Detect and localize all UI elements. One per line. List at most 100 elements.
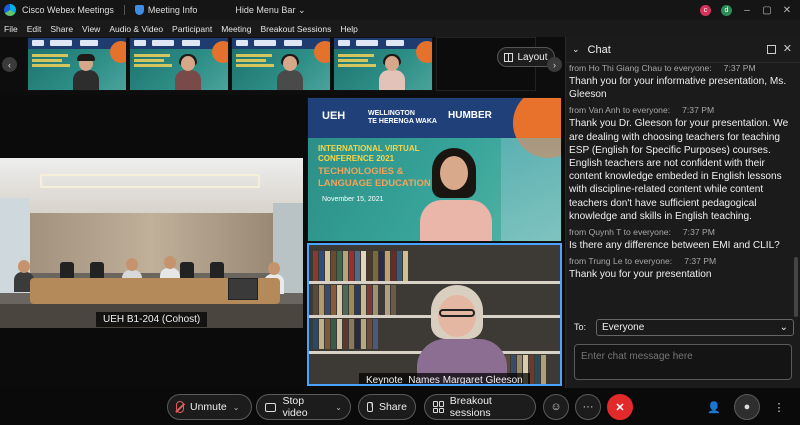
humber-logo: HUMBER (448, 110, 492, 121)
app-title: Cisco Webex Meetings (22, 5, 114, 15)
close-icon[interactable]: ✕ (782, 5, 792, 16)
participants-icon: 👤 (707, 401, 721, 414)
chat-time: 7:37 PM (723, 63, 756, 73)
participant-thumbnail[interactable] (333, 37, 433, 91)
more-options-button[interactable]: ··· (575, 394, 601, 420)
shield-icon[interactable] (134, 5, 144, 15)
chat-sender: from Trung Le to everyone: (569, 256, 673, 267)
menu-audio-video[interactable]: Audio & Video (109, 24, 163, 34)
meeting-info-link[interactable]: Meeting Info (148, 5, 198, 15)
presenter-video (420, 148, 492, 241)
menu-view[interactable]: View (82, 24, 100, 34)
participant-thumbnail[interactable] (231, 37, 331, 91)
conference-title-line: CONFERENCE 2021 (318, 154, 395, 163)
share-button[interactable]: Share (358, 394, 416, 420)
chat-sender: from Ho Thi Giang Chau to everyone: (569, 63, 712, 73)
emoji-icon: ☺ (550, 401, 562, 413)
chat-sender: from Quynh T to everyone: (569, 227, 671, 238)
menu-help[interactable]: Help (340, 24, 357, 34)
chevron-down-icon[interactable]: ⌄ (233, 403, 240, 412)
user-avatar[interactable]: c (700, 4, 711, 16)
participant-thumbnail[interactable] (129, 37, 229, 91)
menu-edit[interactable]: Edit (27, 24, 42, 34)
wellington-logo-line: TE HERENGA WAKA (368, 118, 437, 125)
divider (123, 5, 125, 15)
chat-to-label: To: (574, 322, 587, 332)
layout-icon (504, 52, 514, 62)
speaker-person (417, 285, 507, 384)
menu-bar: File Edit Share View Audio & Video Parti… (0, 20, 800, 37)
shared-slide-video[interactable]: UEH WELLINGTON TE HERENGA WAKA HUMBER IN… (307, 97, 562, 242)
stop-video-label: Stop video (282, 395, 308, 419)
unmute-label: Unmute (190, 401, 227, 413)
active-speaker-video-tile[interactable]: Keynote_Names Margaret Gleeson (307, 243, 562, 386)
menu-meeting[interactable]: Meeting (221, 24, 251, 34)
strip-prev-button[interactable]: ‹ (2, 57, 17, 72)
chat-text: Thanh you for your informative presentat… (569, 76, 787, 101)
camera-icon (265, 402, 277, 412)
conference-theme-line: LANGUAGE EDUCATION (318, 178, 431, 189)
conference-date: November 15, 2021 (322, 196, 384, 203)
menu-file[interactable]: File (4, 24, 18, 34)
stop-video-button[interactable]: Stop video ⌄ (256, 394, 351, 420)
chat-message-list[interactable]: from Ho Thi Giang Chau to everyone: 7:37 … (566, 63, 800, 323)
maximize-icon[interactable]: ▢ (762, 5, 772, 16)
layout-label: Layout (517, 51, 548, 63)
chat-panel: ⌄ Chat ✕ from Ho Thi Giang Chau to every… (565, 37, 800, 388)
chat-message: from Van Anh to everyone: 7:37 PM Thank y… (569, 105, 793, 223)
title-bar: Cisco Webex Meetings Meeting Info Hide M… (0, 0, 800, 20)
chat-time: 7:37 PM (682, 227, 715, 238)
menu-breakout-sessions[interactable]: Breakout Sessions (260, 24, 331, 34)
chat-button[interactable]: ● (734, 394, 760, 420)
chat-message: from Ho Thi Giang Chau to everyone: 7:37 … (569, 63, 793, 101)
meeting-controls: Unmute ⌄ Stop video ⌄ Share Breakout ses… (0, 388, 800, 425)
pop-out-icon[interactable] (767, 45, 776, 54)
chat-text: Is there any difference between EMI and … (569, 240, 780, 252)
video-thumbnail-strip: ‹ Layout › (0, 37, 565, 95)
chat-bubble-icon: ● (743, 401, 751, 413)
share-label: Share (378, 401, 407, 413)
chevron-down-icon: ⌄ (297, 4, 306, 15)
chat-text: Thank you Dr. Gleeson for your presentat… (569, 118, 789, 222)
chat-scrollbar[interactable] (794, 67, 798, 323)
wellington-logo: WELLINGTON TE HERENGA WAKA (368, 110, 437, 126)
cohost-video-tile[interactable]: UEH B1-204 (Cohost) (0, 158, 303, 328)
menu-share[interactable]: Share (50, 24, 73, 34)
breakout-icon (433, 401, 444, 413)
conference-theme: TECHNOLOGIES & LANGUAGE EDUCATION (318, 166, 431, 190)
hide-menu-bar-label: Hide Menu Bar (235, 4, 296, 15)
strip-next-button[interactable]: › (547, 57, 562, 72)
chat-message: from Trung Le to everyone: 7:37 PM Thank … (569, 256, 793, 281)
close-icon[interactable]: ✕ (783, 42, 792, 55)
chat-message: from Quynh T to everyone: 7:37 PM Is ther… (569, 227, 793, 252)
user-avatar[interactable]: d (721, 4, 732, 16)
reactions-button[interactable]: ☺ (543, 394, 569, 420)
video-name-label: Keynote_Names Margaret Gleeson (359, 373, 530, 384)
chevron-down-icon[interactable]: ⌄ (572, 44, 580, 55)
more-vertical-icon: ⋮ (773, 401, 785, 414)
conference-title: INTERNATIONAL VIRTUAL CONFERENCE 2021 (318, 144, 419, 164)
menu-participant[interactable]: Participant (172, 24, 212, 34)
muted-microphone-icon (176, 401, 184, 413)
breakout-label: Breakout sessions (449, 395, 492, 419)
unmute-button[interactable]: Unmute ⌄ (167, 394, 252, 420)
participants-button[interactable]: 👤 (701, 394, 727, 420)
hide-menu-bar-button[interactable]: Hide Menu Bar ⌄ (235, 5, 305, 16)
participant-thumbnail[interactable] (27, 37, 127, 91)
more-panels-button[interactable]: ⋮ (766, 394, 792, 420)
end-meeting-button[interactable]: ✕ (607, 394, 633, 420)
window-controls: c d – ▢ ✕ (700, 0, 800, 20)
chat-text: Thank you for your presentation (569, 269, 712, 281)
breakout-sessions-button[interactable]: Breakout sessions (424, 394, 536, 420)
chat-recipient-select[interactable]: Everyone ⌄ (596, 318, 794, 336)
webex-logo-icon (4, 4, 16, 16)
conference-theme-line: TECHNOLOGIES & (318, 166, 404, 177)
chat-recipient-value: Everyone (602, 321, 645, 333)
chat-message-input[interactable] (574, 344, 792, 380)
chevron-down-icon: ⌄ (779, 321, 788, 333)
chevron-down-icon[interactable]: ⌄ (335, 403, 342, 412)
video-name-label: UEH B1-204 (Cohost) (96, 312, 208, 327)
minimize-icon[interactable]: – (742, 5, 752, 16)
chat-title: Chat (587, 43, 611, 56)
chat-time: 7:37 PM (682, 105, 715, 116)
